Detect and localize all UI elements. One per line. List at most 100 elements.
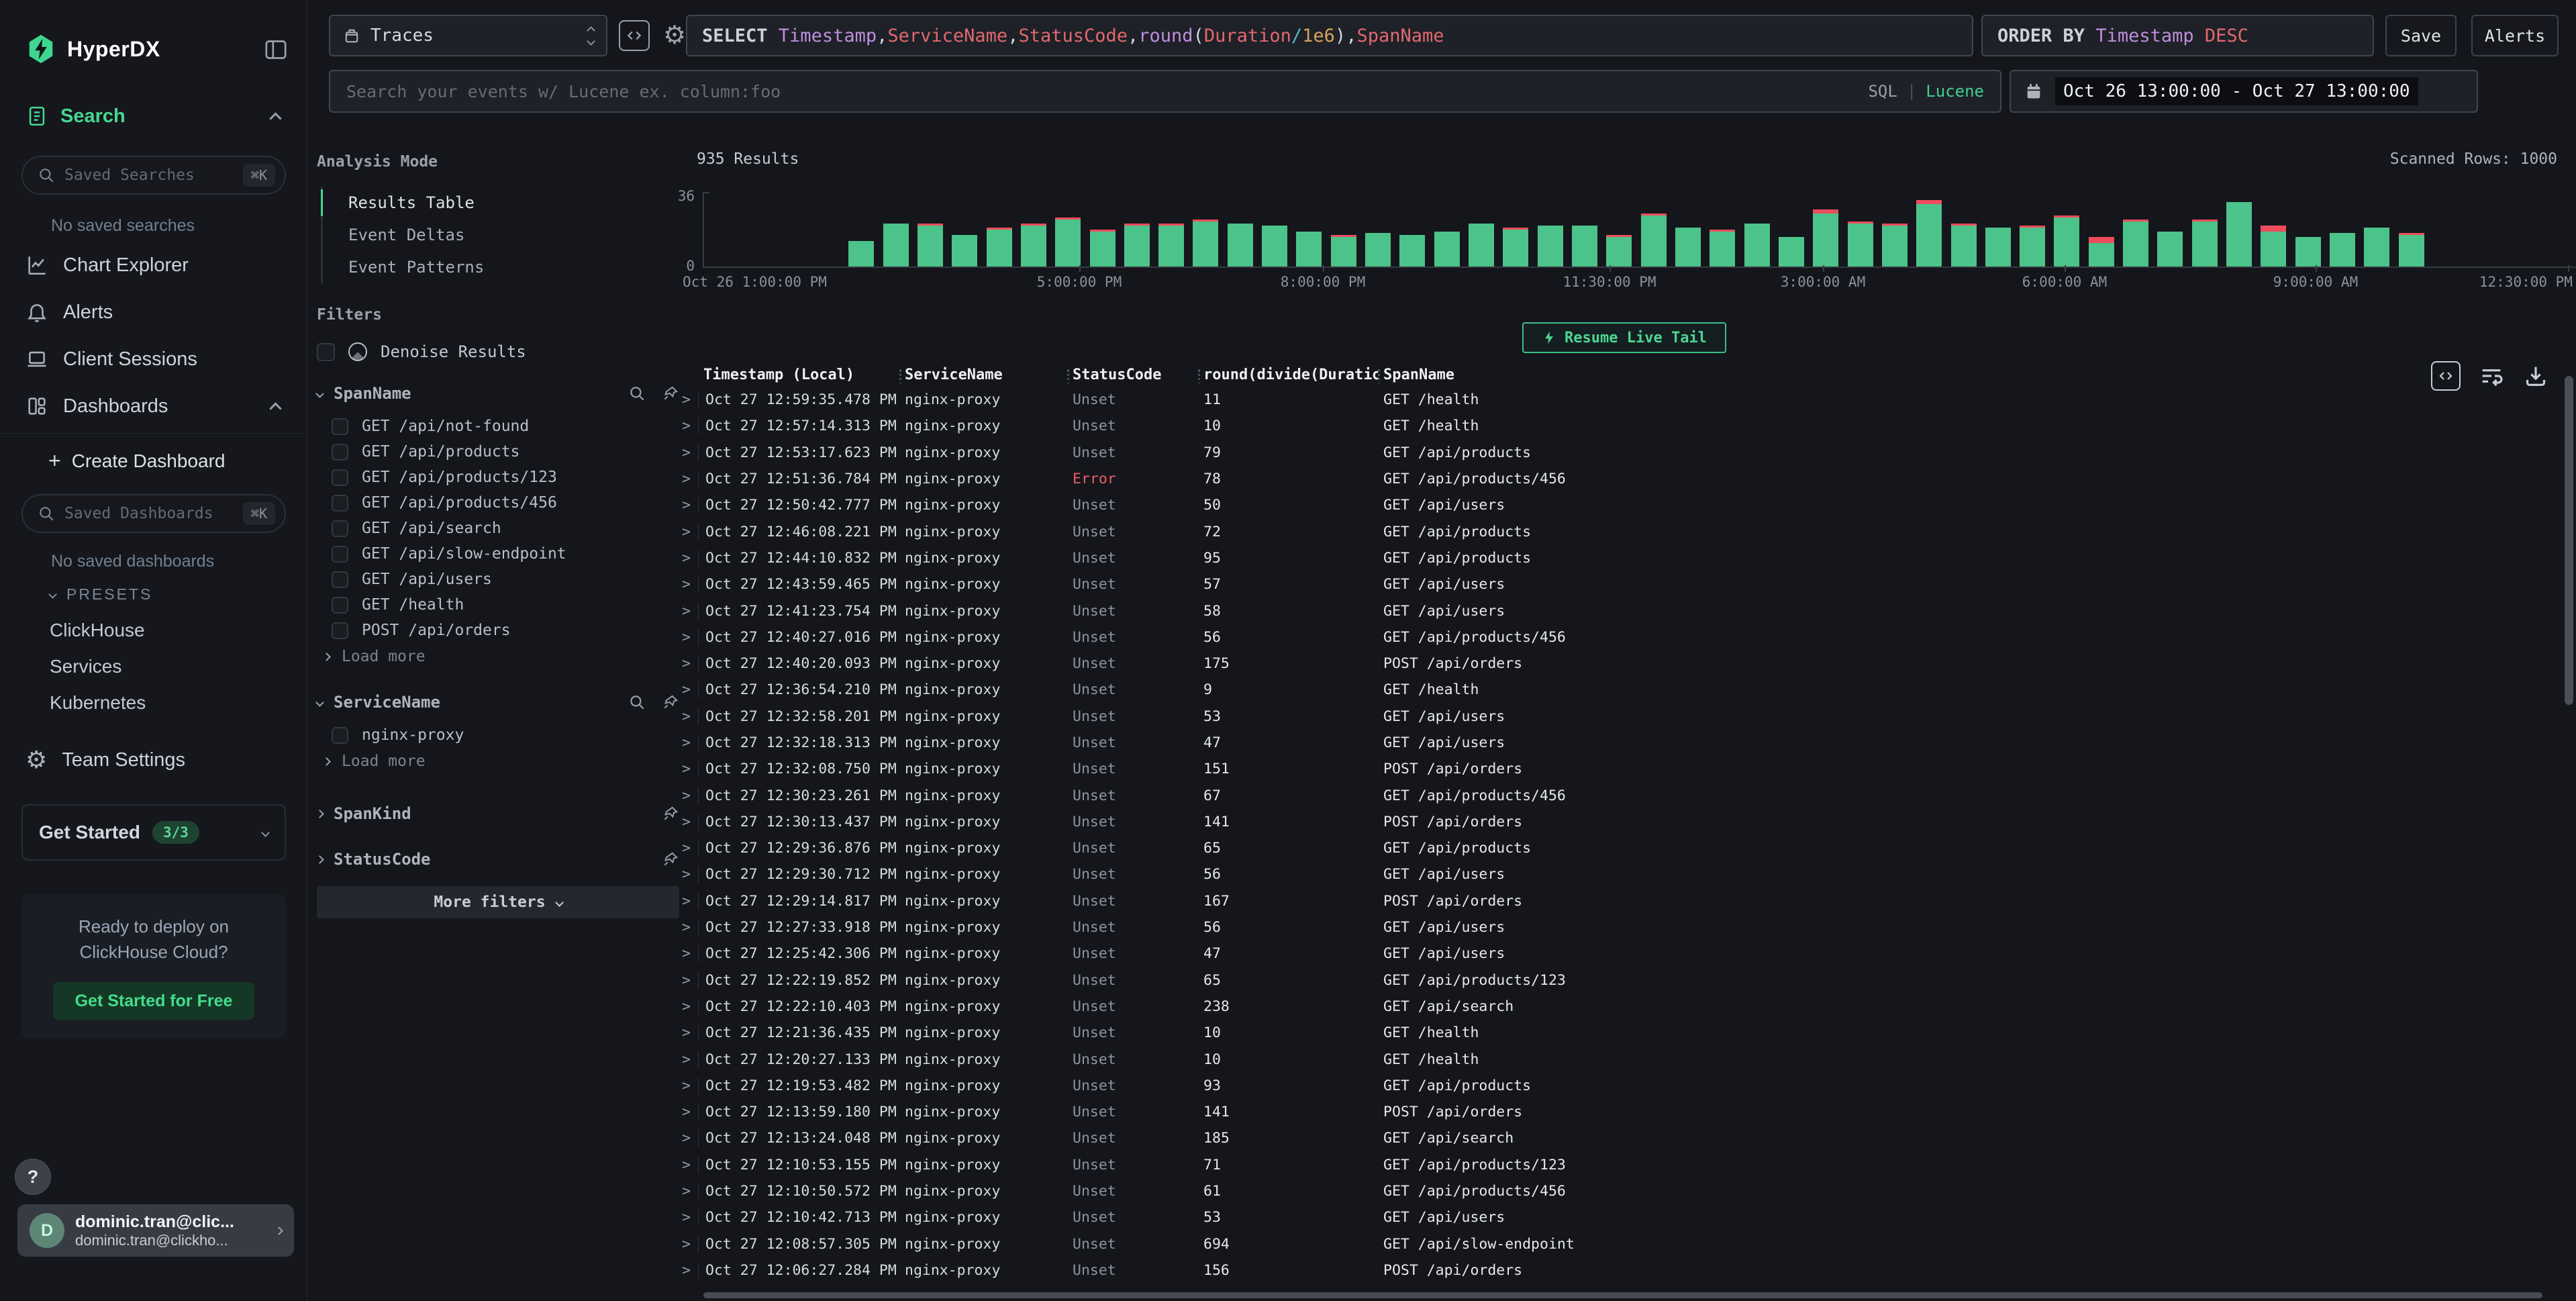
table-row[interactable]: >Oct 27 12:10:53.155 PMnginx-proxyUnset7… xyxy=(678,1152,2557,1178)
histogram-bar[interactable] xyxy=(2295,196,2321,267)
row-expander-icon[interactable]: > xyxy=(678,761,698,777)
filter-checkbox-item[interactable]: GET /api/search xyxy=(317,516,679,541)
table-row[interactable]: >Oct 27 12:25:42.306 PMnginx-proxyUnset4… xyxy=(678,941,2557,967)
histogram-bar[interactable] xyxy=(1641,196,1667,267)
sidebar-item-team-settings[interactable]: ⚙ Team Settings xyxy=(26,746,185,774)
histogram-bar[interactable] xyxy=(952,196,977,267)
table-row[interactable]: >Oct 27 12:40:20.093 PMnginx-proxyUnset1… xyxy=(678,650,2557,677)
histogram-bar[interactable] xyxy=(2399,196,2424,267)
filter-section-statuscode[interactable]: StatusCode xyxy=(317,850,679,869)
filter-checkbox-item[interactable]: GET /api/not-found xyxy=(317,414,679,439)
column-header-duration[interactable]: round(divide(Duration, xyxy=(1198,367,1378,383)
analysis-mode-option[interactable]: Event Patterns xyxy=(323,251,679,283)
column-header-servicename[interactable]: ServiceName xyxy=(899,367,1067,383)
row-expander-icon[interactable]: > xyxy=(678,945,698,962)
table-row[interactable]: >Oct 27 12:13:24.048 PMnginx-proxyUnset1… xyxy=(678,1125,2557,1151)
search-icon[interactable] xyxy=(628,693,646,711)
histogram-bar[interactable] xyxy=(848,196,874,267)
row-expander-icon[interactable]: > xyxy=(678,524,698,540)
histogram-bar[interactable] xyxy=(1469,196,1494,267)
histogram-bar[interactable] xyxy=(1503,196,1528,267)
histogram-bar[interactable] xyxy=(987,196,1012,267)
table-row[interactable]: >Oct 27 12:59:35.478 PMnginx-proxyUnset1… xyxy=(678,387,2557,413)
saved-searches-input[interactable]: Saved Searches ⌘K xyxy=(21,156,286,195)
table-row[interactable]: >Oct 27 12:46:08.221 PMnginx-proxyUnset7… xyxy=(678,518,2557,544)
get-started-for-free-button[interactable]: Get Started for Free xyxy=(53,982,254,1020)
row-expander-icon[interactable]: > xyxy=(678,866,698,883)
table-row[interactable]: >Oct 27 12:06:27.284 PMnginx-proxyUnset1… xyxy=(678,1257,2557,1284)
saved-dashboards-input[interactable]: Saved Dashboards ⌘K xyxy=(21,494,286,533)
time-range-picker[interactable]: Oct 26 13:00:00 - Oct 27 13:00:00 xyxy=(2010,70,2478,113)
checkbox[interactable] xyxy=(332,444,348,461)
histogram-bar[interactable] xyxy=(1710,196,1735,267)
row-expander-icon[interactable]: > xyxy=(678,893,698,910)
row-expander-icon[interactable]: > xyxy=(678,919,698,936)
histogram-bar[interactable] xyxy=(2089,196,2114,267)
table-row[interactable]: >Oct 27 12:50:42.777 PMnginx-proxyUnset5… xyxy=(678,492,2557,518)
histogram-bar[interactable] xyxy=(2226,196,2252,267)
histogram-bar[interactable] xyxy=(1985,196,2011,267)
get-started-toggle[interactable]: Get Started 3/3 xyxy=(21,804,286,861)
sidebar-item-alerts[interactable]: Alerts xyxy=(26,301,113,324)
spanname-load-more[interactable]: Load more xyxy=(317,643,679,670)
row-expander-icon[interactable]: > xyxy=(678,840,698,857)
table-row[interactable]: >Oct 27 12:13:59.180 PMnginx-proxyUnset1… xyxy=(678,1099,2557,1125)
row-expander-icon[interactable]: > xyxy=(678,655,698,672)
checkbox[interactable] xyxy=(332,571,348,588)
more-filters-button[interactable]: More filters xyxy=(317,886,679,918)
row-expander-icon[interactable]: > xyxy=(678,471,698,487)
code-view-button[interactable] xyxy=(619,20,650,51)
denoise-results-toggle[interactable]: Denoise Results xyxy=(317,342,679,361)
histogram-bar[interactable] xyxy=(1538,196,1563,267)
search-collapse-chevron-icon[interactable] xyxy=(269,112,281,124)
source-select[interactable]: Traces xyxy=(329,15,607,56)
checkbox[interactable] xyxy=(332,520,348,537)
histogram-bar[interactable] xyxy=(1951,196,1977,267)
histogram-bar[interactable] xyxy=(2054,196,2079,267)
histogram-bar[interactable] xyxy=(1434,196,1460,267)
histogram-bar[interactable] xyxy=(1365,196,1391,267)
sidebar-item-dashboards[interactable]: Dashboards xyxy=(26,395,168,418)
row-expander-icon[interactable]: > xyxy=(678,629,698,646)
column-header-statuscode[interactable]: StatusCode xyxy=(1067,367,1198,383)
filter-checkbox-item[interactable]: GET /health xyxy=(317,592,679,618)
table-row[interactable]: >Oct 27 12:22:10.403 PMnginx-proxyUnset2… xyxy=(678,994,2557,1020)
row-expander-icon[interactable]: > xyxy=(678,972,698,989)
results-histogram[interactable] xyxy=(703,196,2571,267)
checkbox[interactable] xyxy=(332,418,348,435)
histogram-bar[interactable] xyxy=(1572,196,1597,267)
histogram-bar[interactable] xyxy=(1916,196,1942,267)
checkbox[interactable] xyxy=(332,622,348,639)
table-row[interactable]: >Oct 27 12:36:54.210 PMnginx-proxyUnset9… xyxy=(678,677,2557,703)
table-row[interactable]: >Oct 27 12:22:19.852 PMnginx-proxyUnset6… xyxy=(678,967,2557,994)
create-dashboard-button[interactable]: + Create Dashboard xyxy=(48,448,226,473)
row-expander-icon[interactable]: > xyxy=(678,998,698,1015)
filter-checkbox-item[interactable]: GET /api/products/123 xyxy=(317,465,679,490)
row-expander-icon[interactable]: > xyxy=(678,1157,698,1173)
histogram-bar[interactable] xyxy=(1606,196,1632,267)
table-row[interactable]: >Oct 27 12:44:10.832 PMnginx-proxyUnset9… xyxy=(678,545,2557,571)
row-expander-icon[interactable]: > xyxy=(678,603,698,620)
checkbox[interactable] xyxy=(332,546,348,563)
checkbox[interactable] xyxy=(332,495,348,512)
analysis-mode-option[interactable]: Event Deltas xyxy=(323,219,679,251)
checkbox[interactable] xyxy=(332,597,348,614)
row-expander-icon[interactable]: > xyxy=(678,391,698,408)
table-row[interactable]: >Oct 27 12:32:18.313 PMnginx-proxyUnset4… xyxy=(678,730,2557,756)
row-expander-icon[interactable]: > xyxy=(678,1183,698,1200)
table-row[interactable]: >Oct 27 12:29:14.817 PMnginx-proxyUnset1… xyxy=(678,888,2557,914)
row-expander-icon[interactable]: > xyxy=(678,576,698,593)
row-expander-icon[interactable]: > xyxy=(678,708,698,725)
table-row[interactable]: >Oct 27 12:27:33.918 PMnginx-proxyUnset5… xyxy=(678,914,2557,941)
sidebar-preset-item[interactable]: ClickHouse xyxy=(50,612,146,648)
row-expander-icon[interactable]: > xyxy=(678,787,698,804)
row-expander-icon[interactable]: > xyxy=(678,1209,698,1226)
histogram-bar[interactable] xyxy=(1399,196,1425,267)
histogram-bar[interactable] xyxy=(1158,196,1184,267)
filter-section-spanname[interactable]: SpanName xyxy=(317,384,679,403)
table-row[interactable]: >Oct 27 12:10:42.713 PMnginx-proxyUnset5… xyxy=(678,1204,2557,1231)
histogram-bar[interactable] xyxy=(1055,196,1081,267)
table-row[interactable]: >Oct 27 12:29:30.712 PMnginx-proxyUnset5… xyxy=(678,861,2557,887)
row-expander-icon[interactable]: > xyxy=(678,550,698,567)
row-expander-icon[interactable]: > xyxy=(678,1024,698,1041)
